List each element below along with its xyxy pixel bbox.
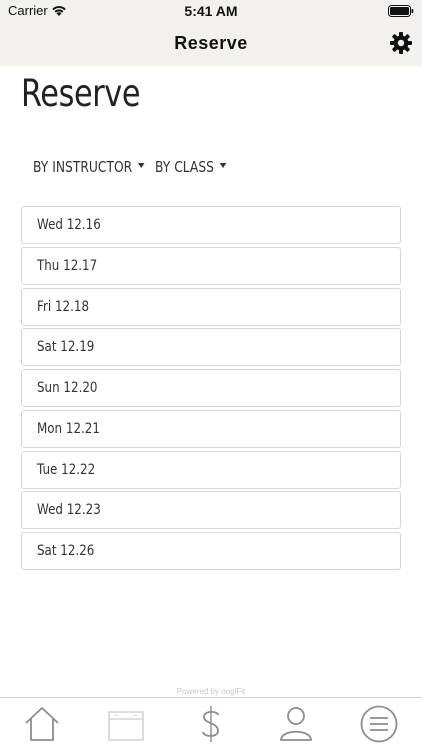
date-label: Wed 12.16 [37,217,101,233]
filter-by-instructor[interactable]: BY INSTRUCTOR [33,158,145,176]
tab-menu[interactable] [359,704,399,744]
date-list-item[interactable]: Wed 12.16 [21,206,401,244]
date-label: Wed 12.23 [37,502,101,519]
date-label: Sat 12.26 [37,543,95,559]
date-label: Thu 12.17 [37,257,98,274]
date-label: Fri 12.18 [37,298,90,315]
dollar-icon [202,706,219,742]
filter-by-class-label: BY CLASS [155,158,214,176]
nav-title: Reserve [174,33,248,53]
battery-icon [388,5,414,17]
person-icon [280,707,312,741]
tab-account[interactable] [276,704,316,744]
date-list: Wed 12.16 Thu 12.17 Fri 12.18 Sat 12.19 … [21,206,401,573]
date-list-item[interactable]: Tue 12.22 [21,450,401,489]
date-list-item[interactable]: Fri 12.18 [21,287,401,326]
date-list-item[interactable]: Sat 12.26 [21,532,401,570]
schedule-icon [108,711,144,741]
tab-pricing[interactable] [191,704,231,744]
home-icon [25,707,59,741]
menu-icon [360,705,398,743]
date-list-item[interactable]: Thu 12.17 [21,246,401,285]
filter-by-instructor-label: BY INSTRUCTOR [33,158,133,176]
date-list-item[interactable]: Wed 12.23 [21,491,401,530]
filter-by-class[interactable]: BY CLASS [155,158,227,176]
status-clock: 5:41 AM [184,3,238,19]
date-list-item[interactable]: Sat 12.19 [21,328,401,367]
status-bar: Carrier 5:41 AM [0,0,422,22]
date-list-item[interactable]: Mon 12.21 [21,409,401,448]
date-label: Mon 12.21 [37,420,100,437]
date-label: Sun 12.20 [37,380,98,396]
gear-icon[interactable] [389,31,413,55]
powered-by-label: Powered by ooglFit [176,687,246,696]
tab-home[interactable] [22,704,62,744]
caret-down-icon [137,163,145,168]
date-list-item[interactable]: Sun 12.20 [21,369,401,407]
date-label: Sat 12.19 [37,339,95,356]
tab-schedule[interactable] [106,704,146,744]
date-label: Tue 12.22 [37,461,96,478]
page-title: Reserve [21,72,141,115]
nav-bar: Reserve [0,22,422,66]
tab-bar [0,697,422,750]
caret-down-icon [219,163,227,168]
